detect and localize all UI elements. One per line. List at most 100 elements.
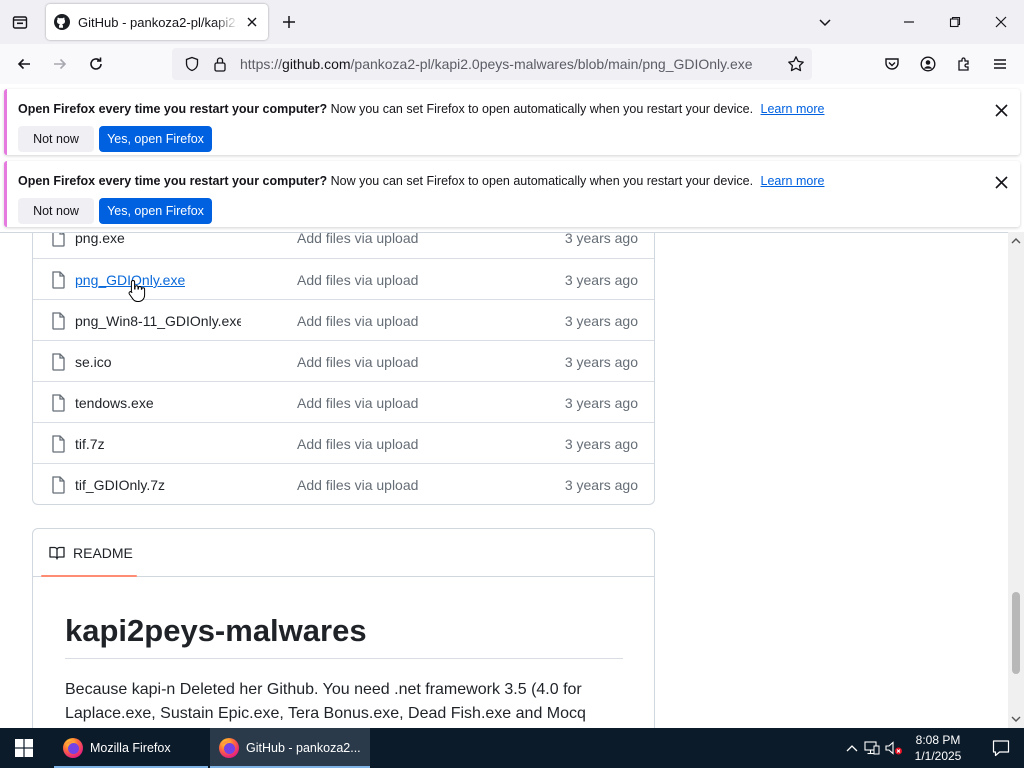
yes-open-firefox-button[interactable]: Yes, open Firefox (99, 198, 212, 224)
volume-muted-icon[interactable] (884, 738, 904, 758)
not-now-button[interactable]: Not now (18, 126, 94, 152)
scroll-down-icon[interactable] (1011, 714, 1021, 724)
page-scrollbar[interactable] (1008, 232, 1024, 728)
book-icon (49, 546, 65, 560)
url-text[interactable]: https://github.com/pankoza2-pl/kapi2.0pe… (230, 56, 786, 72)
yes-open-firefox-button[interactable]: Yes, open Firefox (99, 126, 212, 152)
notification-message: Open Firefox every time you restart your… (18, 102, 824, 116)
file-icon (52, 312, 65, 330)
commit-age: 3 years ago (564, 477, 638, 493)
notification-title: Open Firefox every time you restart your… (18, 174, 328, 188)
windows-start-icon[interactable] (0, 728, 48, 768)
windows-taskbar: Mozilla Firefox GitHub - pankoza2... 8:0… (0, 728, 1024, 768)
readme-paragraph: Because kapi-n Deleted her Github. You n… (65, 681, 586, 722)
lock-icon[interactable] (210, 54, 230, 74)
show-hidden-icons-chevron-icon[interactable] (842, 738, 862, 758)
file-row[interactable]: tif_GDIOnly.7z Add files via upload 3 ye… (33, 463, 654, 504)
commit-age: 3 years ago (564, 354, 638, 370)
commit-message[interactable]: Add files via upload (297, 395, 418, 411)
file-icon (52, 394, 65, 412)
firefox-icon (219, 738, 239, 758)
file-row[interactable]: png.exe Add files via upload 3 years ago (33, 232, 654, 258)
account-icon[interactable] (914, 50, 942, 78)
url-path: /pankoza2-pl/kapi2.0peys-malwares/blob/m… (350, 56, 753, 72)
notification-message: Open Firefox every time you restart your… (18, 174, 824, 188)
taskbar-app-github-window[interactable]: GitHub - pankoza2... (210, 728, 370, 768)
file-name[interactable]: tif_GDIOnly.7z (75, 477, 165, 493)
file-icon (52, 353, 65, 371)
commit-age: 3 years ago (564, 232, 638, 246)
file-row[interactable]: se.ico Add files via upload 3 years ago (33, 340, 654, 381)
readme-panel: README kapi2peys-malwares Because kapi-n… (32, 528, 655, 728)
file-name[interactable]: png_Win8-11_GDIOnly.exe (75, 313, 241, 329)
file-name[interactable]: png.exe (75, 233, 125, 246)
file-row[interactable]: png_GDIOnly.exe Add files via upload 3 y… (33, 258, 654, 299)
url-host: github.com (282, 56, 351, 72)
file-row[interactable]: tif.7z Add files via upload 3 years ago (33, 422, 654, 463)
address-bar[interactable]: https://github.com/pankoza2-pl/kapi2.0pe… (172, 48, 812, 80)
system-clock[interactable]: 8:08 PM 1/1/2025 (906, 732, 970, 764)
file-row[interactable]: png_Win8-11_GDIOnly.exe Add files via up… (33, 299, 654, 340)
commit-age: 3 years ago (564, 436, 638, 452)
notification-bar-2: Open Firefox every time you restart your… (4, 161, 1020, 227)
pocket-icon[interactable] (878, 50, 906, 78)
extensions-icon[interactable] (950, 50, 978, 78)
minimize-icon[interactable] (886, 0, 932, 44)
restore-icon[interactable] (932, 0, 978, 44)
close-window-icon[interactable] (978, 0, 1024, 44)
url-scheme: https:// (240, 56, 283, 72)
file-name[interactable]: tif.7z (75, 436, 105, 452)
reload-icon[interactable] (82, 50, 110, 78)
file-name[interactable]: tendows.exe (75, 395, 154, 411)
heading-divider (65, 658, 623, 659)
new-tab-icon[interactable] (278, 11, 300, 33)
file-row[interactable]: tendows.exe Add files via upload 3 years… (33, 381, 654, 422)
file-list: png.exe Add files via upload 3 years ago… (32, 232, 655, 505)
readme-tab-underline (41, 575, 137, 577)
commit-age: 3 years ago (564, 395, 638, 411)
menu-hamburger-icon[interactable] (986, 50, 1014, 78)
commit-message[interactable]: Add files via upload (297, 436, 418, 452)
commit-message[interactable]: Add files via upload (297, 233, 418, 246)
notification-body: Now you can set Firefox to open automati… (330, 102, 754, 116)
tracking-protection-shield-icon[interactable] (182, 54, 202, 74)
learn-more-link[interactable]: Learn more (761, 102, 825, 116)
taskbar-app-firefox[interactable]: Mozilla Firefox (54, 728, 208, 768)
file-name[interactable]: se.ico (75, 354, 112, 370)
file-icon (52, 271, 65, 289)
notification-body: Now you can set Firefox to open automati… (330, 174, 754, 188)
scroll-up-icon[interactable] (1011, 236, 1021, 246)
firefox-view-icon[interactable] (8, 10, 32, 34)
not-now-button[interactable]: Not now (18, 198, 94, 224)
action-center-icon[interactable] (978, 728, 1024, 768)
list-all-tabs-icon[interactable] (814, 11, 836, 33)
clock-time: 8:08 PM (915, 733, 961, 747)
close-icon[interactable] (992, 101, 1010, 119)
readme-tab[interactable]: README (49, 545, 133, 561)
scrollbar-thumb[interactable] (1012, 592, 1020, 674)
navigation-toolbar: https://github.com/pankoza2-pl/kapi2.0pe… (0, 44, 1024, 84)
commit-age: 3 years ago (564, 272, 638, 288)
tab-close-icon[interactable] (244, 14, 260, 30)
tab-github[interactable]: GitHub - pankoza2-pl/kapi2.0p (46, 4, 268, 40)
tab-title: GitHub - pankoza2-pl/kapi2.0p (78, 14, 238, 30)
readme-heading: kapi2peys-malwares (65, 613, 367, 648)
bookmark-star-icon[interactable] (786, 54, 806, 74)
file-icon (52, 476, 65, 494)
commit-message[interactable]: Add files via upload (297, 477, 418, 493)
file-name[interactable]: png_GDIOnly.exe (75, 272, 185, 288)
firefox-icon (63, 738, 83, 758)
forward-icon[interactable] (46, 50, 74, 78)
taskbar-app-label: GitHub - pankoza2... (246, 741, 361, 755)
commit-message[interactable]: Add files via upload (297, 313, 418, 329)
commit-message[interactable]: Add files via upload (297, 272, 418, 288)
commit-message[interactable]: Add files via upload (297, 354, 418, 370)
back-icon[interactable] (10, 50, 38, 78)
commit-age: 3 years ago (564, 313, 638, 329)
github-icon (54, 14, 70, 30)
network-icon[interactable] (862, 738, 882, 758)
learn-more-link[interactable]: Learn more (761, 174, 825, 188)
close-icon[interactable] (992, 173, 1010, 191)
page-content: png.exe Add files via upload 3 years ago… (0, 232, 1008, 728)
readme-tab-label: README (73, 545, 133, 561)
